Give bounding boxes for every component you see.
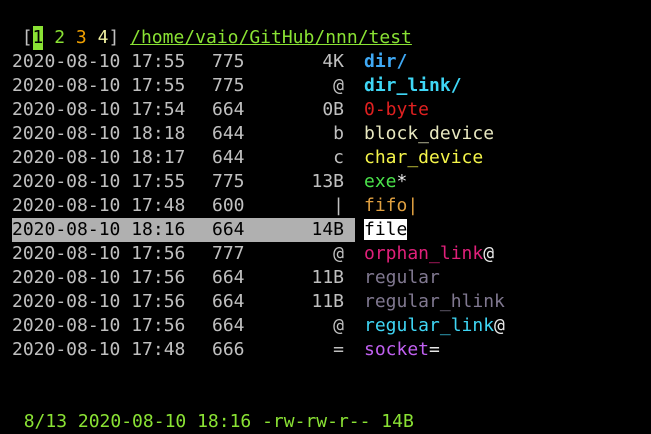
context-tab-3[interactable]: 3 xyxy=(76,26,87,50)
file-permissions: 775 xyxy=(212,171,245,192)
tab-bracket-open: [ xyxy=(21,27,33,48)
file-type-indicator: @ xyxy=(483,243,495,264)
file-permissions: 664 xyxy=(212,267,245,288)
file-permissions: 664 xyxy=(212,99,245,120)
file-name: socket xyxy=(364,339,430,360)
file-date: 2020-08-10 18:17 xyxy=(12,147,186,168)
context-tab-bar: [1 2 3 4] /home/vaio/GitHub/nnn/test xyxy=(0,2,412,50)
file-name-cell[interactable]: 0-byte xyxy=(364,98,429,122)
file-name-cell[interactable]: regular xyxy=(364,266,440,290)
file-row[interactable]: 2020-08-10 17:56 777 @ orphan_link@ xyxy=(0,242,651,266)
file-name-cell[interactable]: regular_hlink xyxy=(364,290,505,314)
file-size: | xyxy=(333,195,344,216)
file-permissions: 775 xyxy=(212,75,245,96)
file-name: dir xyxy=(364,51,397,72)
file-permissions: 644 xyxy=(212,147,245,168)
file-row[interactable]: 2020-08-10 17:56 664 @ regular_link@ xyxy=(0,314,651,338)
file-row[interactable]: 2020-08-10 17:54 664 0B 0-byte xyxy=(0,98,651,122)
file-permissions: 664 xyxy=(212,219,245,240)
file-name-cell[interactable]: exe* xyxy=(364,170,407,194)
file-name-cell[interactable]: regular_link@ xyxy=(364,314,505,338)
file-date: 2020-08-10 17:56 xyxy=(12,315,186,336)
file-row[interactable]: 2020-08-10 18:18 644 b block_device xyxy=(0,122,651,146)
current-path: /home/vaio/GitHub/nnn/test xyxy=(130,27,412,48)
file-date: 2020-08-10 17:48 xyxy=(12,339,186,360)
file-size: @ xyxy=(333,75,344,96)
status-text: 8/13 2020-08-10 18:16 -rw-rw-r-- 14B xyxy=(23,411,414,432)
file-type-indicator: / xyxy=(450,75,462,96)
file-type-indicator: / xyxy=(396,51,408,72)
file-name-cell[interactable]: orphan_link@ xyxy=(364,242,494,266)
file-date: 2020-08-10 17:55 xyxy=(12,51,186,72)
file-name-cell[interactable]: file xyxy=(364,218,408,242)
file-date: 2020-08-10 17:56 xyxy=(12,291,186,312)
file-name: fifo xyxy=(364,195,408,216)
file-name-cell[interactable]: dir_link/ xyxy=(364,74,462,98)
file-date: 2020-08-10 17:55 xyxy=(12,171,186,192)
file-type-indicator: @ xyxy=(494,315,505,336)
file-type-indicator: * xyxy=(396,171,408,192)
file-size: 4K xyxy=(322,51,344,72)
file-name: regular_link xyxy=(364,315,495,336)
context-tab-2[interactable]: 2 xyxy=(54,26,65,50)
file-permissions: 777 xyxy=(212,243,245,264)
file-row[interactable]: 2020-08-10 17:48 666 = socket= xyxy=(0,338,651,362)
file-name-cell[interactable]: block_device xyxy=(364,122,494,146)
file-name: exe xyxy=(364,171,397,192)
file-type-indicator: = xyxy=(429,339,440,360)
file-name-cell[interactable]: socket= xyxy=(364,338,440,362)
file-size: c xyxy=(333,147,344,168)
file-date: 2020-08-10 17:48 xyxy=(12,195,186,216)
file-row[interactable]: 2020-08-10 17:48 600 | fifo| xyxy=(0,194,651,218)
file-row[interactable]: 2020-08-10 17:56 664 11B regular_hlink xyxy=(0,290,651,314)
file-date: 2020-08-10 18:16 xyxy=(12,219,186,240)
file-name: block_device xyxy=(364,123,495,144)
file-size: @ xyxy=(333,243,344,264)
file-name: 0-byte xyxy=(364,99,430,120)
file-type-indicator: | xyxy=(407,195,419,216)
file-size: 0B xyxy=(322,99,344,120)
file-name-cell[interactable]: char_device xyxy=(364,146,483,170)
file-date: 2020-08-10 17:56 xyxy=(12,267,186,288)
file-row[interactable]: 2020-08-10 18:16 664 14B file xyxy=(0,218,651,242)
file-name: dir_link xyxy=(364,75,451,96)
file-row[interactable]: 2020-08-10 18:17 644 c char_device xyxy=(0,146,651,170)
file-date: 2020-08-10 18:18 xyxy=(12,123,186,144)
file-permissions: 664 xyxy=(212,291,245,312)
file-permissions: 644 xyxy=(212,123,245,144)
file-size: 11B xyxy=(311,291,344,312)
file-row[interactable]: 2020-08-10 17:55 775 @ dir_link/ xyxy=(0,74,651,98)
file-name: regular xyxy=(364,267,440,288)
file-row[interactable]: 2020-08-10 17:56 664 11B regular xyxy=(0,266,651,290)
file-size: b xyxy=(333,123,344,144)
file-date: 2020-08-10 17:56 xyxy=(12,243,186,264)
file-permissions: 775 xyxy=(212,51,245,72)
file-permissions: 666 xyxy=(212,339,245,360)
file-name-cell[interactable]: fifo| xyxy=(364,194,418,218)
file-size: 14B xyxy=(311,219,344,240)
file-name: regular_hlink xyxy=(364,291,505,312)
file-permissions: 600 xyxy=(212,195,245,216)
file-row[interactable]: 2020-08-10 17:55 775 4K dir/ xyxy=(0,50,651,74)
file-name: orphan_link xyxy=(364,243,484,264)
file-date: 2020-08-10 17:54 xyxy=(12,99,186,120)
tab-bracket-close: ] xyxy=(108,27,120,48)
file-name: file xyxy=(364,219,408,240)
context-tab-4[interactable]: 4 xyxy=(98,26,109,50)
file-name-cell[interactable]: dir/ xyxy=(364,50,407,74)
file-size: 13B xyxy=(311,171,344,192)
status-bar: 8/13 2020-08-10 18:16 -rw-rw-r-- 14B xyxy=(2,386,414,432)
file-size: = xyxy=(333,339,344,360)
file-size: 11B xyxy=(311,267,344,288)
context-tab-1[interactable]: 1 xyxy=(32,26,44,50)
file-row[interactable]: 2020-08-10 17:55 775 13B exe* xyxy=(0,170,651,194)
file-name: char_device xyxy=(364,147,484,168)
file-date: 2020-08-10 17:55 xyxy=(12,75,186,96)
file-size: @ xyxy=(333,315,344,336)
file-permissions: 664 xyxy=(212,315,245,336)
